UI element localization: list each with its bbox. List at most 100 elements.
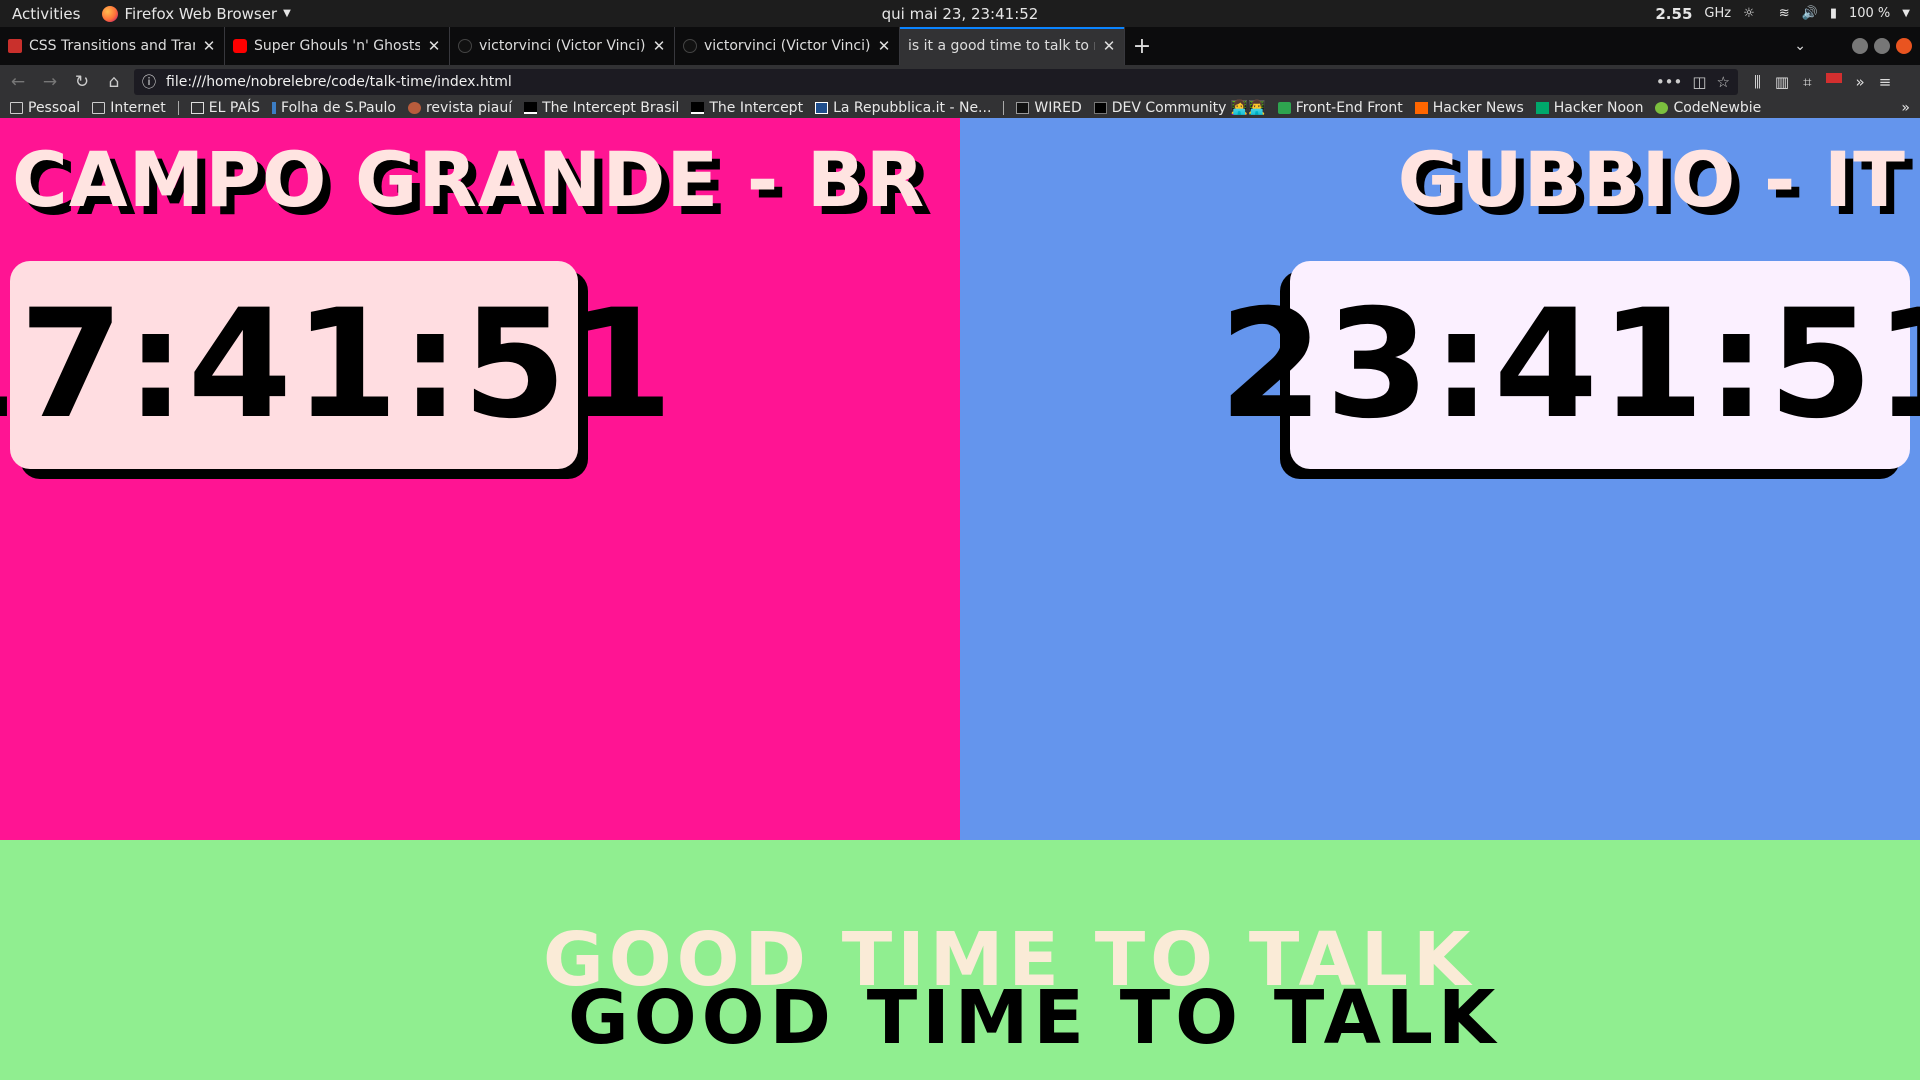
bookmark-hacker-news[interactable]: Hacker News [1414,100,1524,116]
maximize-window-button[interactable] [1874,38,1890,54]
new-tab-button[interactable]: + [1125,27,1159,65]
home-button[interactable]: ⌂ [102,70,126,94]
clock-time-right: 23:41:51 [1218,278,1920,452]
city-name-right: GUBBIO - IT [1397,135,1906,224]
bookmark-label: Hacker News [1432,100,1524,116]
bookmark-folder-internet[interactable]: Internet [92,100,166,116]
hackernoon-icon [1535,102,1549,114]
bookmark-label: EL PAÍS [208,100,261,116]
verdict-panel: GOOD TIME TO TALK GOOD TIME TO TALK [0,840,1920,1080]
close-window-button[interactable] [1896,38,1912,54]
bookmark-wired[interactable]: WIRED [1016,100,1082,116]
bookmark-label: CodeNewbie [1673,100,1762,116]
info-icon[interactable]: ⓘ [142,72,156,92]
tab-victorvinci-2[interactable]: victorvinci (Victor Vinci) ✕ [675,27,900,65]
bookmark-label: Folha de S.Paulo [281,100,396,116]
frontend-icon [1277,102,1291,114]
tab-title: victorvinci (Victor Vinci) [479,38,645,54]
page-actions-icon[interactable]: ••• [1656,73,1683,91]
bookmark-label: Pessoal [28,100,81,116]
bookmarks-toolbar: Pessoal Internet EL PAÍS Folha de S.Paul… [0,98,1920,118]
bookmark-folha[interactable]: Folha de S.Paulo [272,100,396,116]
system-clock[interactable]: qui mai 23, 23:41:52 [882,5,1039,23]
url-text[interactable]: file:///home/nobrelebre/code/talk-time/i… [166,74,1646,90]
bookmark-repubblica[interactable]: La Repubblica.it - Ne... [815,100,991,116]
bookmark-separator [1003,101,1005,115]
close-tab-icon[interactable]: ✕ [202,37,216,55]
bookmark-intercept-brasil[interactable]: The Intercept Brasil [524,100,679,116]
folha-icon [272,102,277,114]
wifi-icon: ≋ [1778,6,1790,21]
bookmark-label: Hacker Noon [1553,100,1644,116]
bookmark-codenewbie[interactable]: CodeNewbie [1655,100,1761,116]
reload-button[interactable]: ↻ [70,70,94,94]
hamburger-menu-icon[interactable]: ≡ [1879,73,1892,91]
city-panel-right: GUBBIO - IT 23:41:51 [960,118,1920,840]
activities-button[interactable]: Activities [0,5,92,23]
app-menu[interactable]: Firefox Web Browser ▼ [92,5,300,23]
bookmark-star-icon[interactable]: ☆ [1717,73,1730,91]
library-icon[interactable]: ⫼ [1754,73,1761,91]
tab-victorvinci-1[interactable]: victorvinci (Victor Vinci) ✕ [450,27,675,65]
sidebar-icon[interactable]: ▥ [1775,73,1789,91]
system-top-bar: Activities Firefox Web Browser ▼ qui mai… [0,0,1920,27]
navigation-toolbar: ← → ↻ ⌂ ⓘ file:///home/nobrelebre/code/t… [0,65,1920,98]
minimize-window-button[interactable] [1852,38,1868,54]
battery-icon: ▮ [1829,6,1837,21]
bookmark-label: DEV Community 👩‍💻👨‍💻 [1111,100,1266,116]
list-all-tabs-icon[interactable]: ⌄ [1794,38,1806,54]
tab-title: is it a good time to talk to m [908,38,1095,54]
hackernews-icon [1414,102,1428,114]
bookmark-label: revista piauí [425,100,513,116]
screenshot-icon[interactable]: ⌗ [1803,73,1811,91]
piaui-icon [407,102,421,114]
bookmark-label: La Repubblica.it - Ne... [833,100,992,116]
address-bar[interactable]: ⓘ file:///home/nobrelebre/code/talk-time… [134,68,1738,95]
tab-talk-time-active[interactable]: is it a good time to talk to m ✕ [900,27,1125,65]
bookmark-folder-pessoal[interactable]: Pessoal [10,100,80,116]
codepen-favicon-icon [8,39,22,53]
intercept-icon [691,102,705,114]
back-button[interactable]: ← [6,70,30,94]
firefox-icon [102,5,119,22]
app-menu-label: Firefox Web Browser [124,4,278,23]
city-panel-left: CAMPO GRANDE - BR 17:41:51 [0,118,960,840]
battery-percent: 100 % [1848,6,1891,21]
bookmark-dev-community[interactable]: DEV Community 👩‍💻👨‍💻 [1093,100,1266,116]
clock-card-right: 23:41:51 [1219,261,1920,469]
forward-button[interactable]: → [38,70,62,94]
tab-css-transitions[interactable]: CSS Transitions and Transforms ✕ [0,27,225,65]
close-tab-icon[interactable]: ✕ [1102,37,1116,55]
chevron-down-icon: ▼ [283,8,291,19]
bookmark-label: WIRED [1034,100,1082,116]
verdict-text: GOOD TIME TO TALK [568,975,1501,1061]
status-area[interactable]: 2.55 GHz ☼ ≋ 🔊 ▮ 100 % ▼ [1655,5,1910,23]
bookmarks-overflow-icon[interactable]: » [1901,100,1920,116]
pocket-icon[interactable]: ◫ [1692,73,1706,91]
clock-card-left: 17:41:51 [0,261,673,469]
bookmark-piaui[interactable]: revista piauí [407,100,513,116]
bookmark-elpais[interactable]: EL PAÍS [190,100,261,116]
page-content: CAMPO GRANDE - BR 17:41:51 GUBBIO - IT 2… [0,118,1920,1080]
extension-icon[interactable] [1825,72,1842,83]
clock-time-left: 17:41:51 [0,278,676,452]
bookmark-intercept[interactable]: The Intercept [691,100,803,116]
close-tab-icon[interactable]: ✕ [427,37,441,55]
close-tab-icon[interactable]: ✕ [877,37,891,55]
tab-super-ghouls[interactable]: Super Ghouls 'n' Ghosts ✕ [225,27,450,65]
tab-title: victorvinci (Victor Vinci) [704,38,870,54]
intercept-icon [524,102,538,114]
bookmark-label: The Intercept [709,100,804,116]
github-favicon-icon [683,39,697,53]
dev-icon [1093,102,1107,114]
bookmark-frontend-front[interactable]: Front-End Front [1277,100,1403,116]
plus-icon: + [1132,33,1152,59]
close-tab-icon[interactable]: ✕ [652,37,666,55]
chevron-down-icon: ▼ [1902,8,1910,19]
bookmark-separator [177,101,179,115]
cpu-frequency-unit: GHz [1704,6,1732,21]
bookmark-hacker-noon[interactable]: Hacker Noon [1535,100,1644,116]
bookmark-label: Internet [110,100,166,116]
wired-icon [1016,102,1030,114]
overflow-menu-icon[interactable]: » [1856,73,1865,91]
